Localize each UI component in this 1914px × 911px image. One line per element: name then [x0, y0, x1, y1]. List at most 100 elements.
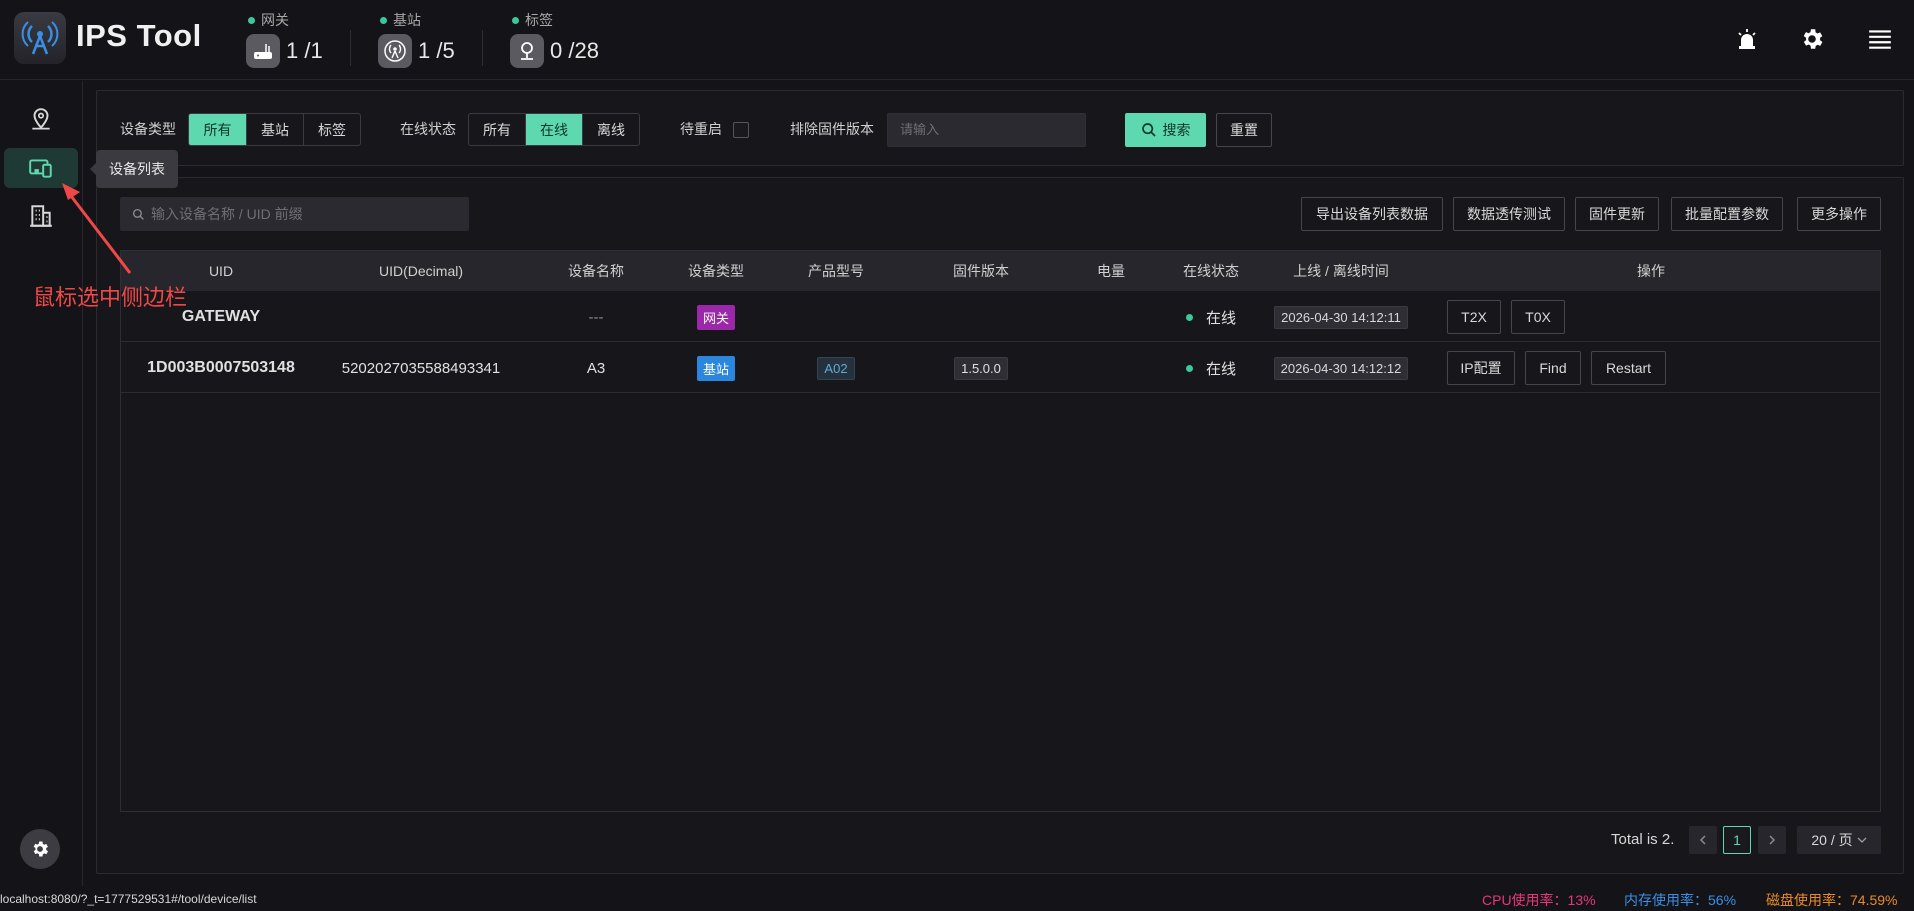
divider	[482, 30, 483, 66]
stat-gateway-value: 1 /1	[286, 38, 323, 63]
device-search-input[interactable]: 输入设备名称 / UID 前缀	[120, 197, 469, 231]
table-row: GATEWAY --- 网关 在线 2026-04-30 14:12:11 T2…	[121, 292, 1880, 342]
router-icon	[246, 34, 280, 68]
model-badge: A02	[817, 356, 855, 380]
alarm-icon[interactable]	[1732, 24, 1762, 54]
stat-gateway-label: 网关	[248, 10, 289, 30]
disk-usage: 磁盘使用率：74.59%	[1766, 892, 1898, 908]
t2x-button[interactable]: T2X	[1447, 300, 1501, 334]
cell-firmware: 1.5.0.0	[901, 343, 1061, 393]
filter-panel: 设备类型 所有 基站 标签 在线状态 所有 在线 离线 待重启 排除固件版本 请…	[96, 90, 1904, 166]
pending-restart-checkbox[interactable]	[733, 122, 749, 138]
device-type-all[interactable]: 所有	[189, 114, 247, 145]
cell-operations: IP配置 Find Restart	[1447, 343, 1676, 393]
device-type-label: 设备类型	[120, 121, 176, 137]
stat-tag-label: 标签	[512, 10, 553, 30]
device-list-panel: 输入设备名称 / UID 前缀 导出设备列表数据 数据透传测试 固件更新 批量配…	[96, 177, 1904, 874]
page-size-value: 20 / 页	[1811, 832, 1853, 848]
reset-button[interactable]: 重置	[1216, 113, 1272, 147]
online-status-offline[interactable]: 离线	[583, 114, 639, 145]
antenna-icon	[378, 34, 412, 68]
ip-config-button[interactable]: IP配置	[1447, 351, 1515, 385]
status-url: localhost:8080/?_t=1777529531#/tool/devi…	[0, 892, 257, 906]
online-status-all[interactable]: 所有	[469, 114, 526, 145]
signal-tower-icon	[21, 21, 59, 55]
sidebar-settings-button[interactable]	[20, 829, 60, 869]
annotation-arrow	[62, 183, 132, 274]
online-status-segment: 所有 在线 离线	[468, 113, 640, 146]
cell-operations: T2X T0X	[1447, 292, 1575, 342]
chevron-right-icon	[1769, 835, 1776, 845]
exclude-firmware-label: 排除固件版本	[790, 121, 874, 137]
top-bar: IPS Tool 网关 1 /1 基站 1 /5 标签 0 /28	[0, 0, 1914, 80]
restart-button[interactable]: Restart	[1591, 351, 1666, 385]
table-row: 1D003B0007503148 5202027035588493341 A3 …	[121, 343, 1880, 393]
search-icon	[1141, 123, 1156, 137]
column-header: 产品型号	[808, 263, 864, 279]
map-pin-icon	[32, 108, 50, 130]
cell-device-name: A3	[586, 359, 606, 377]
memory-usage: 内存使用率：56%	[1624, 892, 1737, 908]
cell-uid-decimal: 5202027035588493341	[341, 359, 501, 377]
search-button[interactable]: 搜索	[1125, 113, 1206, 147]
cell-uid-decimal	[311, 292, 531, 342]
cell-model: A02	[771, 343, 901, 393]
chevron-left-icon	[1699, 835, 1706, 845]
cell-device-name: ---	[588, 308, 604, 326]
search-button-label: 搜索	[1162, 122, 1191, 138]
cell-status: 在线	[1161, 343, 1261, 393]
annotation-text: 鼠标选中侧边栏	[33, 285, 188, 310]
pending-restart-label: 待重启	[680, 121, 722, 137]
export-device-list-button[interactable]: 导出设备列表数据	[1301, 197, 1443, 231]
column-header: 在线状态	[1183, 263, 1239, 279]
status-text: 在线	[1205, 360, 1236, 378]
stat-station: 基站 1 /5	[378, 8, 468, 70]
location-tag-icon	[510, 34, 544, 68]
status-text: 在线	[1205, 309, 1236, 327]
page-number-button[interactable]: 1	[1723, 826, 1751, 854]
find-button[interactable]: Find	[1525, 351, 1581, 385]
column-header: 操作	[1637, 263, 1665, 279]
stat-tag-value: 0 /28	[550, 38, 599, 63]
cell-uid: 1D003B0007503148	[147, 359, 295, 376]
prev-page-button[interactable]	[1689, 826, 1717, 854]
device-type-segment: 所有 基站 标签	[188, 113, 361, 146]
firmware-badge: 1.5.0.0	[954, 356, 1008, 380]
device-type-tag[interactable]: 标签	[304, 114, 360, 145]
table-header: UID UID(Decimal) 设备名称 设备类型 产品型号 固件版本 电量 …	[121, 251, 1880, 291]
exclude-firmware-input[interactable]: 请输入	[887, 113, 1086, 147]
column-header: UID(Decimal)	[379, 263, 463, 279]
cpu-usage: CPU使用率：13%	[1482, 892, 1596, 908]
online-status-label: 在线状态	[400, 121, 456, 137]
batch-config-button[interactable]: 批量配置参数	[1671, 197, 1783, 231]
time-badge: 2026-04-30 14:12:11	[1274, 305, 1408, 329]
pagination-total: Total is 2.	[1611, 831, 1675, 848]
divider	[350, 30, 351, 66]
type-badge: 基站	[696, 355, 735, 381]
page-size-select[interactable]: 20 / 页	[1797, 826, 1881, 854]
online-status-online[interactable]: 在线	[526, 114, 583, 145]
time-badge: 2026-04-30 14:12:12	[1273, 356, 1409, 380]
settings-icon[interactable]	[1797, 24, 1827, 54]
stat-gateway: 网关 1 /1	[246, 8, 336, 70]
app-logo	[14, 12, 66, 64]
cell-device-type: 网关	[661, 292, 771, 342]
cell-status: 在线	[1161, 292, 1261, 342]
device-type-station[interactable]: 基站	[247, 114, 304, 145]
passthrough-test-button[interactable]: 数据透传测试	[1453, 197, 1565, 231]
type-badge: 网关	[696, 304, 735, 330]
status-dot	[1185, 364, 1193, 372]
stat-station-value: 1 /5	[418, 38, 455, 63]
t0x-button[interactable]: T0X	[1511, 300, 1565, 334]
column-header: 上线 / 离线时间	[1293, 263, 1389, 279]
stat-tag: 标签 0 /28	[510, 8, 610, 70]
device-search-placeholder: 输入设备名称 / UID 前缀	[151, 206, 303, 222]
firmware-update-button[interactable]: 固件更新	[1575, 197, 1659, 231]
menu-icon[interactable]	[1865, 24, 1895, 54]
more-actions-button[interactable]: 更多操作	[1797, 197, 1881, 231]
column-header: 设备名称	[568, 263, 624, 279]
gear-icon	[33, 841, 48, 857]
sidebar-item-map[interactable]	[4, 100, 78, 140]
next-page-button[interactable]	[1758, 826, 1786, 854]
chevron-down-icon	[1857, 837, 1867, 843]
